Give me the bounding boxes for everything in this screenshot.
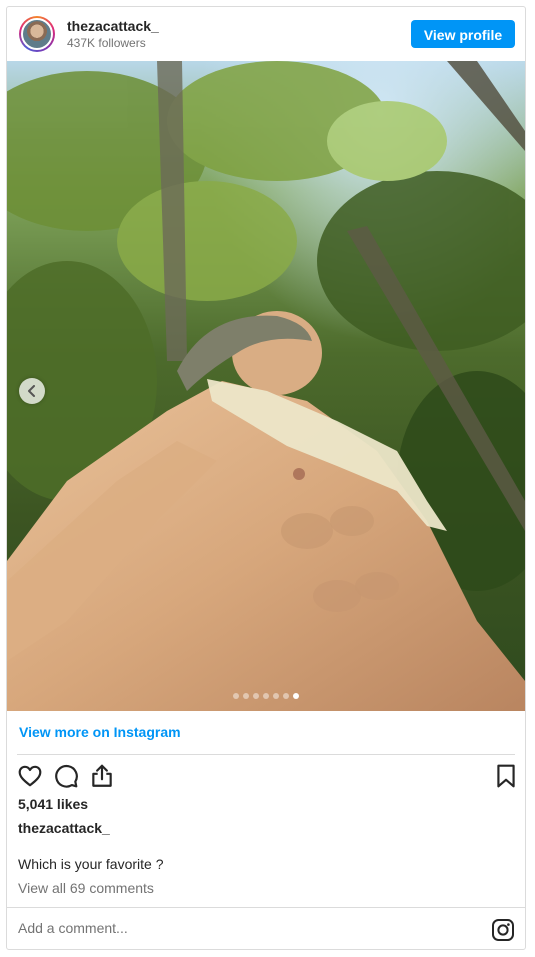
- avatar-image: [21, 18, 53, 50]
- caption-text: Which is your favorite ?: [18, 856, 164, 872]
- share-icon[interactable]: [89, 763, 115, 789]
- view-comments-link[interactable]: View all 69 comments: [18, 880, 154, 896]
- carousel-dot: [263, 693, 269, 699]
- bookmark-icon[interactable]: [493, 763, 519, 789]
- post-header: thezacattack_ 437K followers View profil…: [7, 7, 525, 61]
- carousel-dot: [253, 693, 259, 699]
- carousel-dot: [273, 693, 279, 699]
- caption-username[interactable]: thezacattack_: [18, 820, 110, 836]
- carousel-dot: [233, 693, 239, 699]
- view-profile-button[interactable]: View profile: [411, 20, 515, 48]
- divider: [17, 754, 515, 755]
- carousel-dot: [283, 693, 289, 699]
- comment-bar: [7, 907, 525, 949]
- instagram-icon[interactable]: [491, 918, 515, 942]
- carousel-prev-button[interactable]: [19, 378, 45, 404]
- chevron-left-icon: [28, 385, 35, 397]
- post-image[interactable]: [7, 61, 525, 711]
- action-bar: [17, 763, 515, 789]
- carousel-dot-active: [293, 693, 299, 699]
- carousel-indicator: [7, 693, 525, 699]
- carousel-dot: [243, 693, 249, 699]
- instagram-embed: thezacattack_ 437K followers View profil…: [6, 6, 526, 950]
- jungle-photo: [7, 61, 525, 711]
- comment-input[interactable]: [18, 920, 438, 936]
- view-more-link[interactable]: View more on Instagram: [19, 724, 181, 740]
- comment-icon[interactable]: [53, 763, 79, 789]
- heart-icon[interactable]: [17, 763, 43, 789]
- username[interactable]: thezacattack_: [67, 18, 159, 34]
- follower-count: 437K followers: [67, 36, 146, 50]
- avatar[interactable]: [19, 16, 55, 52]
- like-count[interactable]: 5,041 likes: [18, 796, 88, 812]
